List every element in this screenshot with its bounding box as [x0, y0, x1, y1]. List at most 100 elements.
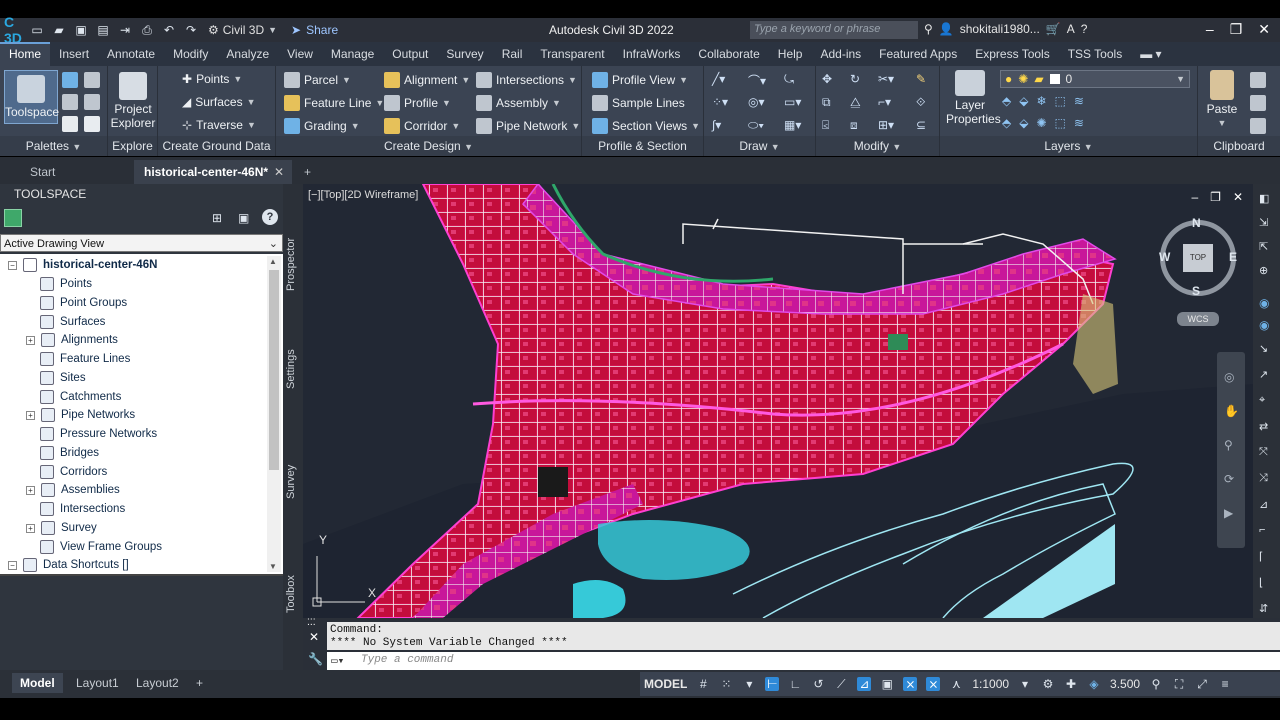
new-tab-icon[interactable]: + — [294, 160, 321, 184]
copy-clip-icon[interactable] — [1250, 95, 1266, 111]
fullscreen-icon[interactable]: ⤢ — [1195, 677, 1209, 691]
panel-title-profile-section-views[interactable]: Profile & Section Views — [582, 136, 703, 173]
command-input[interactable]: ▭▾ Type a command — [327, 652, 1280, 670]
tool-icon-9[interactable]: ⤧ — [1259, 446, 1268, 459]
move-icon[interactable]: ✥ — [822, 72, 832, 86]
tab-tss-tools[interactable]: TSS Tools — [1059, 42, 1131, 66]
copy-icon[interactable]: ⧉ — [822, 95, 831, 110]
save-as-icon[interactable]: ▤ — [95, 22, 111, 38]
expand-icon[interactable]: + — [26, 410, 35, 420]
tree-item-pressure-networks[interactable]: Pressure Networks — [40, 425, 157, 443]
zoom-icon[interactable]: ⚲ — [1224, 438, 1233, 452]
close-command-icon[interactable]: ✕ — [309, 630, 319, 644]
panel-title-layers[interactable]: Layers ▼ — [940, 136, 1197, 156]
layer-off-icon[interactable]: ⬘ — [1002, 94, 1011, 108]
tab-modify[interactable]: Modify — [164, 42, 217, 66]
tree-item-data-shortcuts[interactable]: − Data Shortcuts [] — [8, 556, 129, 574]
tab-express-tools[interactable]: Express Tools — [966, 42, 1058, 66]
tab-rail[interactable]: Rail — [493, 42, 532, 66]
drawing-viewport[interactable]: [−][Top][2D Wireframe] Y X – ❐ ✕ TOP N S… — [303, 184, 1253, 618]
tree-item-view-frame-groups[interactable]: View Frame Groups — [40, 538, 162, 556]
layer-freeze-icon[interactable]: ❄ — [1036, 94, 1046, 108]
viewport-controls-label[interactable]: [−][Top][2D Wireframe] — [308, 189, 418, 201]
compass-west[interactable]: W — [1159, 250, 1170, 264]
user-name[interactable]: shokitali1980... — [960, 22, 1040, 36]
hatch-icon[interactable]: ▦▾ — [784, 118, 801, 132]
viewcube-top[interactable]: TOP — [1183, 244, 1213, 272]
tab-insert[interactable]: Insert — [50, 42, 98, 66]
tab-home[interactable]: Home — [0, 42, 51, 66]
layer-properties-button[interactable]: Layer Properties — [946, 70, 1001, 126]
compass-north[interactable]: N — [1192, 216, 1201, 230]
drawing-canvas[interactable] — [303, 184, 1253, 618]
tab-survey[interactable]: Survey — [437, 42, 492, 66]
tool-palettes-icon[interactable] — [84, 116, 100, 132]
add-layout-icon[interactable]: + — [188, 673, 211, 693]
assembly-button[interactable]: Assembly ▼ — [476, 95, 561, 111]
wcs-menu[interactable]: WCS — [1177, 312, 1219, 326]
undo-icon[interactable]: ↶ — [161, 22, 177, 38]
rotate-icon[interactable]: ↻ — [850, 72, 860, 86]
tab-output[interactable]: Output — [383, 42, 437, 66]
rectangle-icon[interactable]: ▭▾ — [784, 95, 801, 109]
workspace-selector[interactable]: ⚙ Civil 3D ▼ — [208, 23, 277, 37]
restore-icon[interactable]: ❐ — [1210, 190, 1221, 204]
tool-icon-7[interactable]: ⌖ — [1259, 394, 1265, 407]
showmotion-icon[interactable]: ▶ — [1224, 506, 1233, 520]
ortho-icon[interactable]: ∟ — [788, 677, 802, 691]
tree-item-bridges[interactable]: Bridges — [40, 444, 99, 462]
profile-button[interactable]: Profile ▼ — [384, 95, 451, 111]
arc-icon[interactable]: ⤿ — [784, 72, 794, 87]
minimize-icon[interactable]: – — [1206, 21, 1214, 38]
orbit-icon[interactable]: ⟳ — [1224, 472, 1234, 486]
tab-collaborate[interactable]: Collaborate — [689, 42, 768, 66]
points-button[interactable]: ✚ Points ▼ — [182, 72, 242, 86]
collapse-icon[interactable]: − — [8, 260, 17, 270]
tree-item-corridors[interactable]: Corridors — [40, 463, 107, 481]
help-icon[interactable]: ? — [262, 209, 278, 225]
tool-icon-1[interactable]: ◧ — [1259, 192, 1269, 205]
scale-icon[interactable]: ⧈ — [850, 118, 858, 133]
intersections-button[interactable]: Intersections ▼ — [476, 72, 577, 88]
traverse-button[interactable]: ⊹ Traverse ▼ — [182, 118, 256, 132]
export-icon[interactable]: ⇥ — [117, 22, 133, 38]
layer-thaw-icon[interactable]: ✺ — [1036, 116, 1046, 130]
tool-icon-4[interactable]: ⊕ — [1259, 264, 1268, 277]
tree-item-catchments[interactable]: Catchments — [40, 388, 121, 406]
hierarchy-icon[interactable]: ⊞ — [212, 211, 222, 225]
tab-annotate[interactable]: Annotate — [98, 42, 164, 66]
array-icon[interactable]: ⊞▾ — [878, 118, 894, 132]
pan-icon[interactable]: ✋ — [1224, 404, 1239, 418]
tree-item-alignments[interactable]: + Alignments — [26, 331, 118, 349]
tree-item-surfaces[interactable]: Surfaces — [40, 313, 105, 331]
globe-icon-2[interactable]: ◉ — [1259, 318, 1269, 332]
layer-dropdown[interactable]: ● ✺ ▰ 0 ▼ — [1000, 70, 1190, 88]
tab-model[interactable]: Model — [12, 673, 63, 693]
expand-icon[interactable]: + — [26, 485, 35, 495]
open-icon[interactable]: ▰ — [51, 22, 67, 38]
scroll-down-icon[interactable]: ▼ — [269, 562, 277, 571]
sample-lines-button[interactable]: Sample Lines — [592, 95, 685, 111]
tree-item-pipe-networks[interactable]: + Pipe Networks — [26, 406, 135, 424]
tab-manage[interactable]: Manage — [322, 42, 383, 66]
panel-title-modify[interactable]: Modify ▼ — [816, 136, 939, 156]
isolate-icon[interactable]: ⚲ — [1149, 677, 1163, 691]
cut-icon[interactable] — [1250, 72, 1266, 88]
steering-wheel-icon[interactable]: ◎ — [1224, 370, 1234, 384]
tool-icon-10[interactable]: ⤨ — [1259, 472, 1268, 485]
mirror-icon[interactable]: ⧋ — [850, 95, 861, 110]
redo-icon[interactable]: ↷ — [183, 22, 199, 38]
model-space-toggle[interactable]: MODEL — [644, 677, 687, 691]
civil-units-icon[interactable]: ◈ — [1087, 677, 1101, 691]
grid-icon[interactable]: # — [696, 677, 710, 691]
toolspace-header[interactable]: TOOLSPACE — [0, 184, 283, 204]
annotation-scale-value[interactable]: 1:1000 — [972, 677, 1009, 691]
tree-root[interactable]: − historical-center-46N — [8, 256, 157, 274]
side-tab-prospector[interactable]: Prospector — [285, 234, 301, 294]
prospector-icon[interactable] — [4, 209, 22, 227]
tab-active-drawing[interactable]: historical-center-46N* ✕ — [134, 160, 292, 184]
chevron-down-icon[interactable]: ▾ — [742, 677, 756, 691]
layer-unisolate-icon[interactable]: ⬙ — [1019, 116, 1028, 130]
compass-south[interactable]: S — [1192, 284, 1200, 298]
ellipse-icon[interactable]: ⬭▾ — [748, 118, 764, 133]
